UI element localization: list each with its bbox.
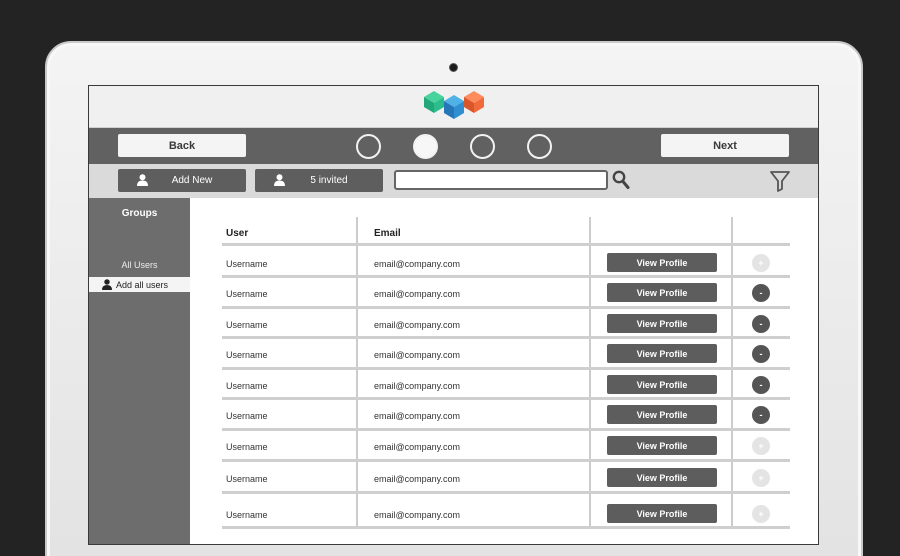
- table-row: Username email@company.com View Profile -: [222, 311, 790, 339]
- remove-user-button[interactable]: -: [752, 315, 770, 333]
- email-cell: email@company.com: [374, 411, 460, 421]
- username-cell: Username: [226, 442, 268, 452]
- add-new-label: Add New: [171, 175, 213, 186]
- row-divider: [222, 336, 790, 339]
- view-profile-button[interactable]: View Profile: [607, 283, 717, 302]
- remove-user-button[interactable]: -: [752, 345, 770, 363]
- email-cell: email@company.com: [374, 474, 460, 484]
- username-cell: Username: [226, 259, 268, 269]
- row-divider: [222, 306, 790, 309]
- logo-header: [89, 86, 818, 128]
- add-user-button[interactable]: +: [752, 254, 770, 272]
- camera-icon: [449, 63, 458, 72]
- table-row: Username email@company.com View Profile +: [222, 250, 790, 278]
- email-cell: email@company.com: [374, 510, 460, 520]
- email-cell: email@company.com: [374, 259, 460, 269]
- remove-user-button[interactable]: -: [752, 406, 770, 424]
- header-divider: [222, 243, 790, 246]
- person-icon: [102, 279, 112, 290]
- row-divider: [222, 275, 790, 278]
- row-divider: [222, 397, 790, 400]
- logo-icon: [424, 91, 484, 119]
- add-user-button[interactable]: +: [752, 437, 770, 455]
- table-row: Username email@company.com View Profile -: [222, 372, 790, 400]
- table-row: Username email@company.com View Profile +: [222, 465, 790, 493]
- next-button[interactable]: Next: [661, 134, 789, 157]
- invited-label: 5 invited: [310, 175, 348, 186]
- view-profile-button[interactable]: View Profile: [607, 468, 717, 487]
- row-divider: [222, 491, 790, 494]
- invited-button[interactable]: 5 invited: [255, 169, 383, 192]
- add-all-users-label: Add all users: [116, 279, 169, 290]
- add-user-button[interactable]: +: [752, 469, 770, 487]
- table-row: Username email@company.com View Profile -: [222, 402, 790, 430]
- column-header-email: Email: [374, 228, 401, 239]
- search-input[interactable]: [394, 170, 608, 190]
- email-cell: email@company.com: [374, 381, 460, 391]
- column-header-user: User: [226, 228, 249, 239]
- sidebar-item-add-all-users[interactable]: Add all users: [89, 277, 190, 292]
- table-row: Username email@company.com View Profile +: [222, 501, 790, 529]
- back-button[interactable]: Back: [118, 134, 246, 157]
- username-cell: Username: [226, 381, 268, 391]
- filter-icon[interactable]: [769, 170, 791, 192]
- row-divider: [222, 459, 790, 462]
- step-indicator-3[interactable]: [470, 134, 495, 159]
- step-indicator-2[interactable]: [413, 134, 438, 159]
- view-profile-button[interactable]: View Profile: [607, 405, 717, 424]
- username-cell: Username: [226, 474, 268, 484]
- remove-user-button[interactable]: -: [752, 284, 770, 302]
- username-cell: Username: [226, 411, 268, 421]
- step-indicator-1[interactable]: [356, 134, 381, 159]
- view-profile-button[interactable]: View Profile: [607, 375, 717, 394]
- view-profile-button[interactable]: View Profile: [607, 314, 717, 333]
- email-cell: email@company.com: [374, 442, 460, 452]
- add-new-button[interactable]: Add New: [118, 169, 246, 192]
- username-cell: Username: [226, 320, 268, 330]
- view-profile-button[interactable]: View Profile: [607, 504, 717, 523]
- add-user-button[interactable]: +: [752, 505, 770, 523]
- row-divider: [222, 526, 790, 529]
- app-screen: Back Next Add New 5 invited Groups All U…: [88, 85, 819, 545]
- table-row: Username email@company.com View Profile -: [222, 280, 790, 308]
- step-indicator-4[interactable]: [527, 134, 552, 159]
- email-cell: email@company.com: [374, 320, 460, 330]
- table-row: Username email@company.com View Profile +: [222, 433, 790, 461]
- username-cell: Username: [226, 350, 268, 360]
- email-cell: email@company.com: [374, 350, 460, 360]
- username-cell: Username: [226, 289, 268, 299]
- row-divider: [222, 428, 790, 431]
- remove-user-button[interactable]: -: [752, 376, 770, 394]
- view-profile-button[interactable]: View Profile: [607, 253, 717, 272]
- row-divider: [222, 367, 790, 370]
- view-profile-button[interactable]: View Profile: [607, 436, 717, 455]
- search-icon[interactable]: [612, 170, 630, 190]
- sidebar-item-all-users[interactable]: All Users: [89, 260, 190, 270]
- step-nav-bar: Back Next: [89, 128, 818, 164]
- username-cell: Username: [226, 510, 268, 520]
- groups-sidebar: Groups All Users Add all users: [89, 198, 190, 544]
- toolbar: Add New 5 invited: [89, 164, 818, 198]
- email-cell: email@company.com: [374, 289, 460, 299]
- groups-title: Groups: [121, 208, 158, 219]
- table-row: Username email@company.com View Profile -: [222, 341, 790, 369]
- view-profile-button[interactable]: View Profile: [607, 344, 717, 363]
